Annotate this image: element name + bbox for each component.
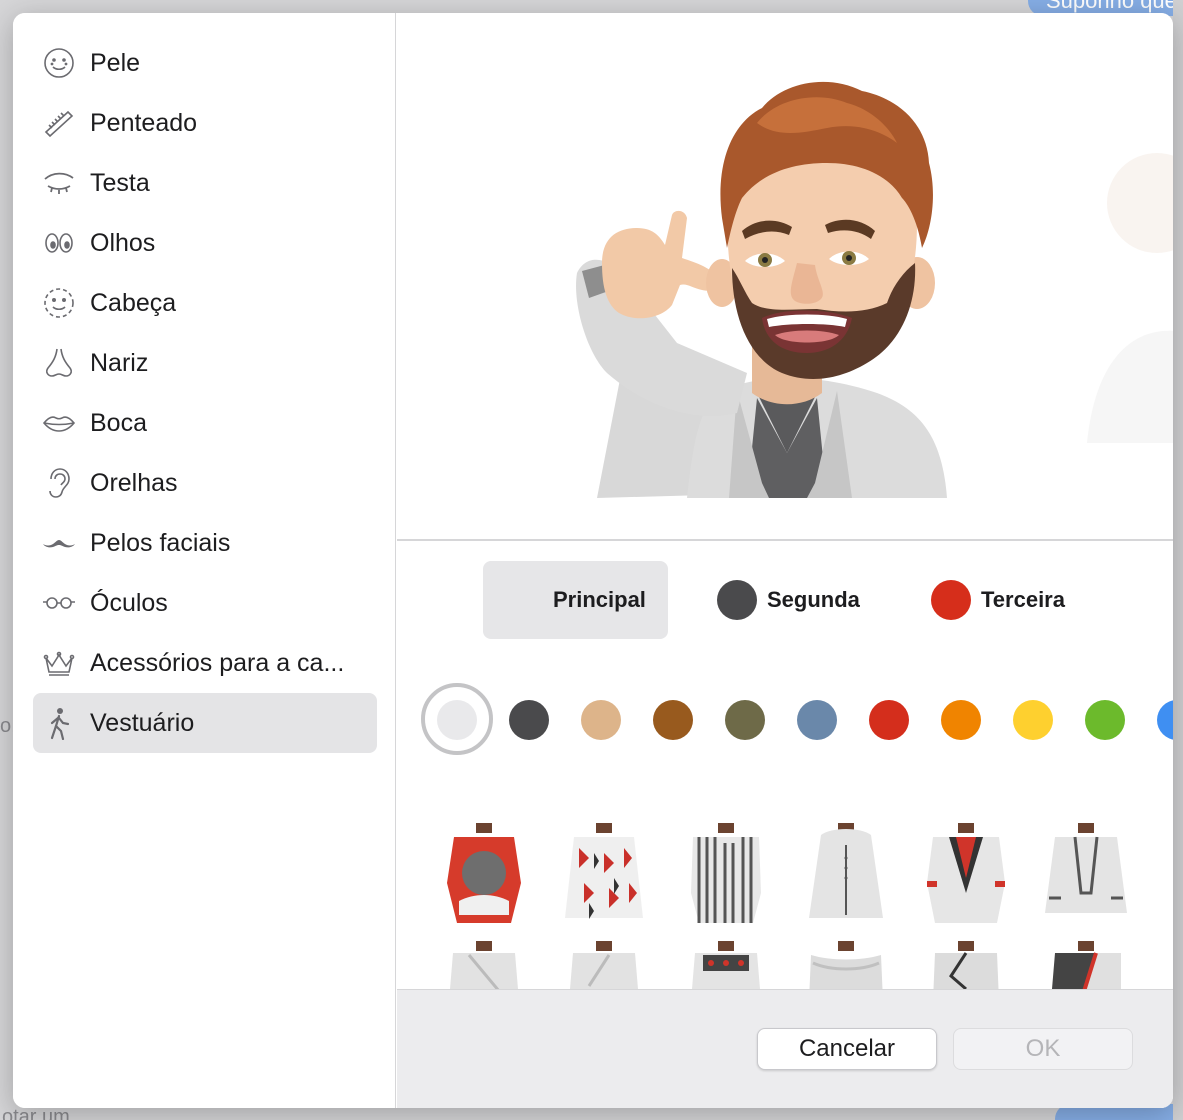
sidebar-item-testa[interactable]: Testa [33, 153, 377, 213]
sidebar-item-label: Penteado [90, 108, 198, 137]
eyebrow-icon [42, 166, 76, 200]
ear-icon [42, 466, 76, 500]
eyes-icon [42, 226, 76, 260]
sidebar-item-label: Nariz [90, 348, 149, 377]
sidebar-item-label: Óculos [90, 588, 168, 617]
sidebar-item-label: Acessórios para a ca... [90, 648, 345, 677]
swatch-red[interactable] [869, 700, 909, 740]
sidebar-item-acessorios[interactable]: Acessórios para a ca... [33, 633, 377, 693]
swatch-orange[interactable] [941, 700, 981, 740]
swatch-yellow[interactable] [1013, 700, 1053, 740]
sidebar-item-oculos[interactable]: Óculos [33, 573, 377, 633]
clothing-option[interactable] [1041, 823, 1131, 923]
sidebar-item-boca[interactable]: Boca [33, 393, 377, 453]
comb-icon [42, 106, 76, 140]
lips-icon [42, 406, 76, 440]
mustache-icon [42, 526, 76, 560]
dialog-footer: Cancelar OK [397, 989, 1173, 1108]
memoji-preview [397, 13, 1173, 541]
clothing-option[interactable] [559, 941, 649, 989]
clothing-option[interactable] [681, 823, 771, 923]
swatch-brown[interactable] [653, 700, 693, 740]
cancel-button[interactable]: Cancelar [757, 1028, 937, 1070]
head-outline-icon [42, 286, 76, 320]
sidebar-item-nariz[interactable]: Nariz [33, 333, 377, 393]
tab-principal[interactable]: Principal [483, 561, 668, 639]
sidebar-item-label: Pele [90, 48, 141, 77]
tab-label: Terceira [981, 587, 1065, 612]
sidebar-item-label: Boca [90, 408, 147, 437]
sidebar-item-label: Testa [90, 168, 150, 197]
color-dot [717, 580, 757, 620]
clothing-option[interactable] [801, 941, 891, 989]
clothing-option[interactable] [439, 941, 529, 989]
sidebar-item-pelos-faciais[interactable]: Pelos faciais [33, 513, 377, 573]
tab-label: Segunda [767, 587, 860, 612]
sidebar-item-label: Vestuário [90, 708, 195, 737]
clothing-option[interactable] [559, 823, 649, 923]
tab-label: Principal [553, 587, 646, 612]
background-text-bottom: otar um [2, 1106, 70, 1120]
clothing-option[interactable] [921, 823, 1011, 923]
ok-button[interactable]: OK [953, 1028, 1133, 1070]
swatch-dark-gray[interactable] [509, 700, 549, 740]
sidebar-item-penteado[interactable]: Penteado [33, 93, 377, 153]
tab-segunda[interactable]: Segunda [697, 561, 897, 639]
sidebar-item-label: Orelhas [90, 468, 178, 497]
color-swatch-row [397, 683, 1173, 757]
swatch-green[interactable] [1085, 700, 1125, 740]
crown-icon [42, 646, 76, 680]
sidebar-item-pele[interactable]: Pele [33, 33, 377, 93]
clothing-option[interactable] [1041, 941, 1131, 989]
nose-icon [42, 346, 76, 380]
color-dot [931, 580, 971, 620]
swatch-blue[interactable] [1157, 700, 1173, 740]
clothing-option[interactable] [439, 823, 529, 923]
color-dot [503, 580, 543, 620]
swatch-olive[interactable] [725, 700, 765, 740]
sidebar-item-label: Pelos faciais [90, 528, 231, 557]
clothing-option[interactable] [681, 941, 771, 989]
editor-main: Principal Segunda Terceira Cancelar OK [397, 13, 1173, 1108]
ghost-avatar-preview [1087, 153, 1173, 443]
sidebar-item-cabeca[interactable]: Cabeça [33, 273, 377, 333]
sidebar-item-vestuario[interactable]: Vestuário [33, 693, 377, 753]
sidebar-item-olhos[interactable]: Olhos [33, 213, 377, 273]
sidebar-item-orelhas[interactable]: Orelhas [33, 453, 377, 513]
clothing-option[interactable] [921, 941, 1011, 989]
category-sidebar: Pele Penteado Testa Olhos Cabeça Nariz B… [13, 13, 396, 1108]
memoji-editor-sheet: Pele Penteado Testa Olhos Cabeça Nariz B… [13, 13, 1173, 1108]
face-icon [42, 46, 76, 80]
swatch-tan[interactable] [581, 700, 621, 740]
glasses-icon [42, 586, 76, 620]
clothing-option[interactable] [801, 823, 891, 923]
swatch-slate-blue[interactable] [797, 700, 837, 740]
background-right-strip [1173, 0, 1183, 1120]
color-layer-tabs: Principal Segunda Terceira [397, 561, 1173, 639]
sidebar-item-label: Cabeça [90, 288, 177, 317]
memoji-avatar [576, 81, 947, 498]
walking-person-icon [42, 706, 76, 740]
clothing-options-grid [397, 803, 1173, 989]
tab-terceira[interactable]: Terceira [911, 561, 1111, 639]
swatch-light-gray[interactable] [437, 700, 477, 740]
sidebar-item-label: Olhos [90, 228, 156, 257]
